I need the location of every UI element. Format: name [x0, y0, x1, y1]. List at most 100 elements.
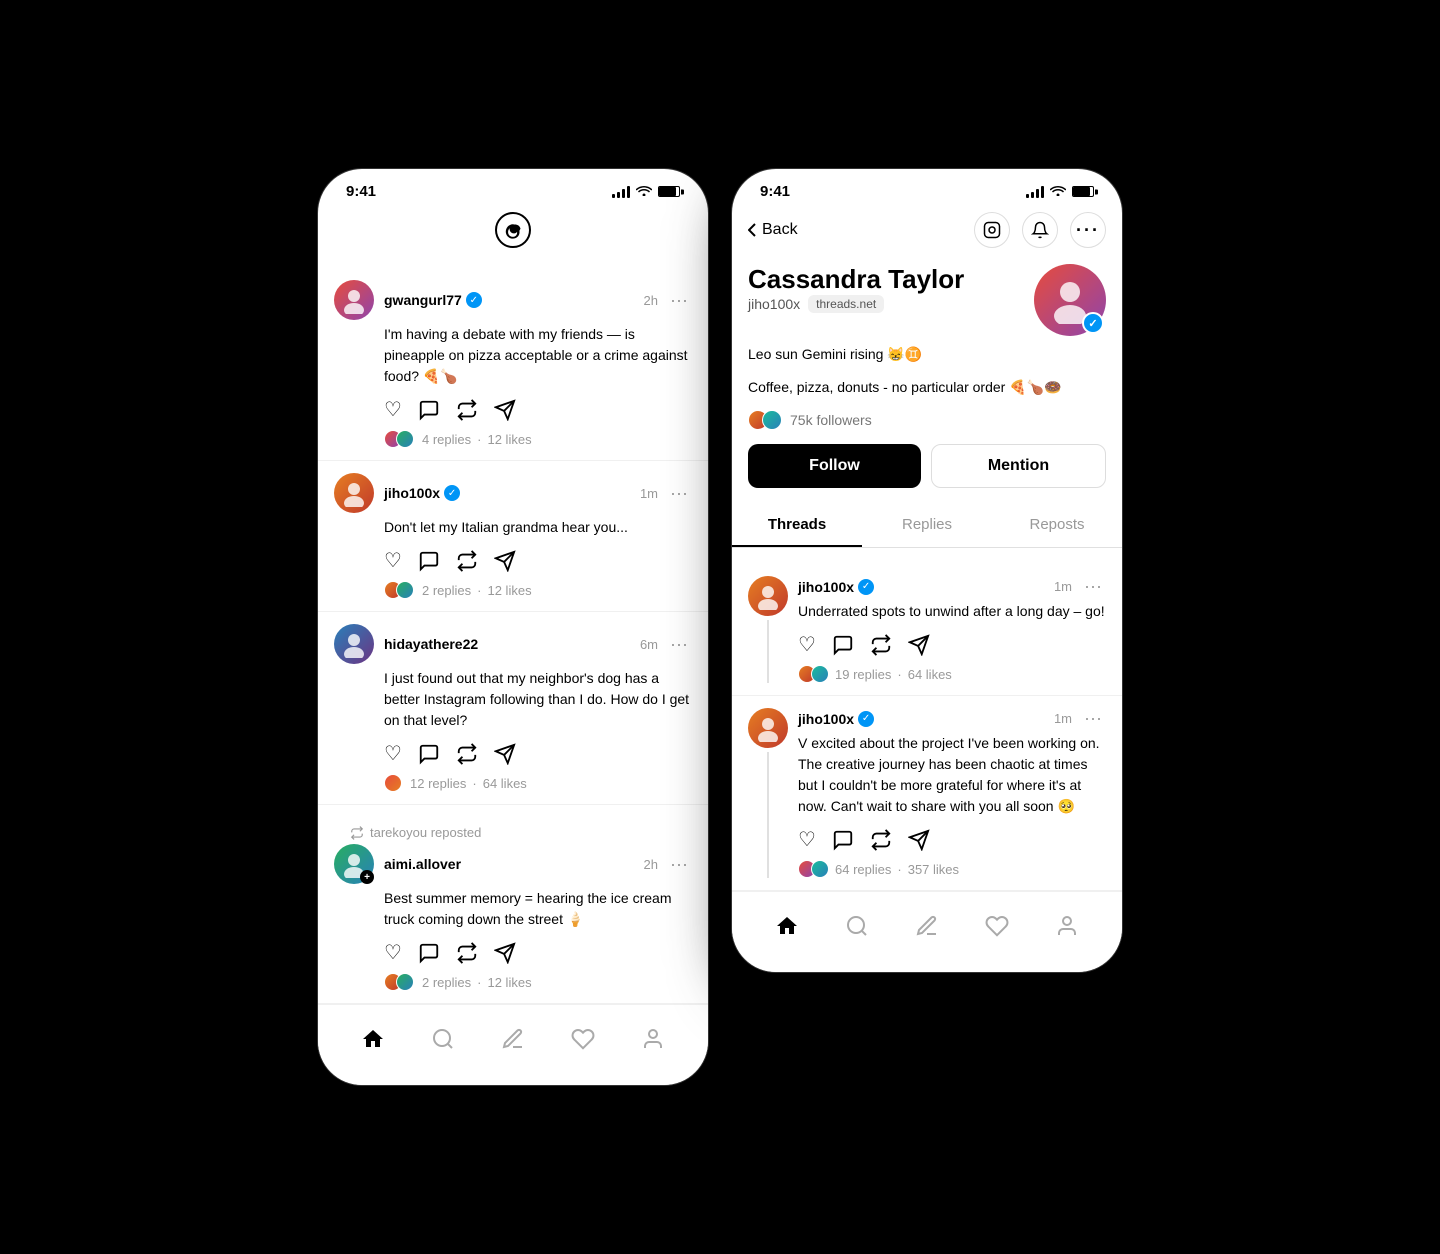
- like-btn-4[interactable]: ♡: [384, 940, 402, 965]
- share-btn-1[interactable]: [494, 397, 516, 422]
- pp1-reply[interactable]: [832, 632, 854, 657]
- nav-search-2[interactable]: [835, 904, 879, 948]
- post-2-time: 1m: [640, 486, 658, 501]
- post-1-username-row: gwangurl77 ✓: [384, 292, 482, 308]
- reply-btn-3[interactable]: [418, 741, 440, 766]
- pp1-repost[interactable]: [870, 632, 892, 657]
- tab-threads[interactable]: Threads: [732, 504, 862, 547]
- notification-button[interactable]: [1022, 212, 1058, 248]
- post-4: tarekoyou reposted +: [318, 805, 708, 1004]
- post-4-body: Best summer memory = hearing the ice cre…: [384, 888, 692, 965]
- nav-search-1[interactable]: [421, 1017, 465, 1061]
- like-btn-3[interactable]: ♡: [384, 741, 402, 766]
- post-3-more[interactable]: ···: [666, 634, 692, 655]
- status-icons-1: [612, 184, 680, 199]
- pp2-meta: 1m ···: [1054, 708, 1106, 729]
- pp2-left: [748, 708, 788, 878]
- profile-handle-row: jiho100x threads.net: [748, 295, 964, 313]
- post-2-stats: 2 replies · 12 likes: [384, 581, 692, 599]
- username-hidayathere22[interactable]: hidayathere22: [384, 636, 478, 652]
- reply-btn-1[interactable]: [418, 397, 440, 422]
- like-btn-2[interactable]: ♡: [384, 548, 402, 573]
- pp1-more[interactable]: ···: [1080, 576, 1106, 597]
- followers-count: 75k followers: [790, 412, 872, 428]
- pp1-like[interactable]: ♡: [798, 632, 816, 657]
- more-options-button[interactable]: ···: [1070, 212, 1106, 248]
- pp1-stats: 19 replies · 64 likes: [798, 665, 1106, 683]
- share-btn-4[interactable]: [494, 940, 516, 965]
- post-3-text: I just found out that my neighbor's dog …: [384, 668, 692, 731]
- pp2-verified: ✓: [858, 711, 874, 727]
- post-2: jiho100x ✓ 1m ··· Don't let my Italian g…: [318, 461, 708, 612]
- post-1-actions: ♡: [384, 397, 692, 422]
- mention-button[interactable]: Mention: [931, 444, 1106, 488]
- post-2-more[interactable]: ···: [666, 483, 692, 504]
- username-aimi-allover[interactable]: aimi.allover: [384, 856, 461, 872]
- pp2-reply[interactable]: [832, 827, 854, 852]
- nav-home-2[interactable]: [765, 904, 809, 948]
- profile-bio-1: Leo sun Gemini rising 😸♊: [748, 344, 1106, 365]
- tab-reposts[interactable]: Reposts: [992, 504, 1122, 547]
- nav-home-1[interactable]: [351, 1017, 395, 1061]
- pp1-share[interactable]: [908, 632, 930, 657]
- stats-avatar-2b: [396, 581, 414, 599]
- post-1-stats: 4 replies · 12 likes: [384, 430, 692, 448]
- stats-avatar-4b: [396, 973, 414, 991]
- post-1-header: gwangurl77 ✓ 2h ···: [334, 280, 692, 320]
- pp2-time: 1m: [1054, 711, 1072, 726]
- pp2-username[interactable]: jiho100x: [798, 711, 854, 727]
- repost-btn-1[interactable]: [456, 397, 478, 422]
- nav-profile-2[interactable]: [1045, 904, 1089, 948]
- repost-btn-4[interactable]: [456, 940, 478, 965]
- nav-compose-1[interactable]: [491, 1017, 535, 1061]
- pp2-more[interactable]: ···: [1080, 708, 1106, 729]
- stats-avatar-1b: [396, 430, 414, 448]
- avatar-gwangurl77: [334, 280, 374, 320]
- username-jiho100x[interactable]: jiho100x: [384, 485, 440, 501]
- nav-profile-1[interactable]: [631, 1017, 675, 1061]
- post-4-user: + aimi.allover: [334, 844, 461, 884]
- repost-btn-3[interactable]: [456, 741, 478, 766]
- username-gwangurl77[interactable]: gwangurl77: [384, 292, 462, 308]
- pp2-repost[interactable]: [870, 827, 892, 852]
- signal-icon-2: [1026, 186, 1044, 198]
- phone-feed: 9:41: [318, 169, 708, 1085]
- nav-likes-1[interactable]: [561, 1017, 605, 1061]
- post-3-header: hidayathere22 6m ···: [334, 624, 692, 664]
- bottom-nav-1: [318, 1004, 708, 1085]
- pp2-like[interactable]: ♡: [798, 827, 816, 852]
- pp2-avatar: [748, 708, 788, 748]
- post-2-replies: 2 replies: [422, 583, 471, 598]
- reply-btn-4[interactable]: [418, 940, 440, 965]
- pp2-share[interactable]: [908, 827, 930, 852]
- nav-compose-2[interactable]: [905, 904, 949, 948]
- tab-replies[interactable]: Replies: [862, 504, 992, 547]
- profile-posts: jiho100x ✓ 1m ··· Underrated spots to un…: [732, 560, 1122, 891]
- back-button[interactable]: Back: [748, 221, 798, 239]
- share-btn-2[interactable]: [494, 548, 516, 573]
- post-2-dot: ·: [477, 583, 481, 598]
- profile-buttons: Follow Mention: [748, 444, 1106, 488]
- repost-btn-2[interactable]: [456, 548, 478, 573]
- pp1-stat-avatar-2: [811, 665, 829, 683]
- post-4-userinfo: aimi.allover: [384, 856, 461, 872]
- post-1-more[interactable]: ···: [666, 290, 692, 311]
- share-btn-3[interactable]: [494, 741, 516, 766]
- pp1-replies: 19 replies: [835, 667, 891, 682]
- follower-avatars: [748, 410, 782, 430]
- post-3-meta: 6m ···: [640, 634, 692, 655]
- post-2-body: Don't let my Italian grandma hear you...…: [384, 517, 692, 573]
- pp1-username[interactable]: jiho100x: [798, 579, 854, 595]
- phone-profile: 9:41 Back: [732, 169, 1122, 972]
- instagram-button[interactable]: [974, 212, 1010, 248]
- like-btn-1[interactable]: ♡: [384, 397, 402, 422]
- repost-by-label: tarekoyou reposted: [370, 825, 481, 840]
- post-4-more[interactable]: ···: [666, 854, 692, 875]
- wifi-icon-1: [636, 184, 652, 199]
- avatar-jiho100x: [334, 473, 374, 513]
- reply-btn-2[interactable]: [418, 548, 440, 573]
- follow-button[interactable]: Follow: [748, 444, 921, 488]
- post-1-text: I'm having a debate with my friends — is…: [384, 324, 692, 387]
- signal-icon-1: [612, 186, 630, 198]
- nav-likes-2[interactable]: [975, 904, 1019, 948]
